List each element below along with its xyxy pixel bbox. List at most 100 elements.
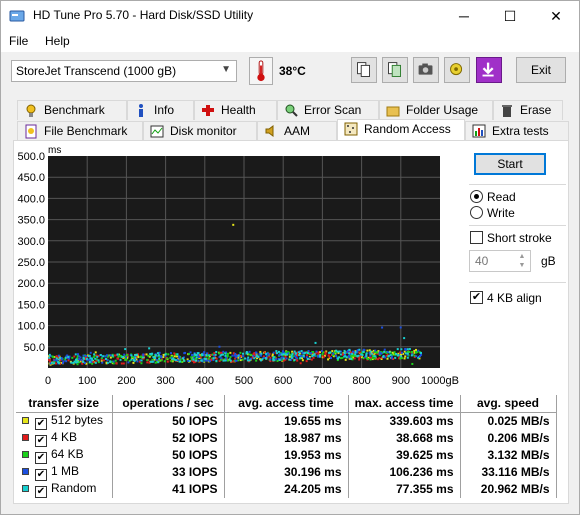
scatter-point bbox=[248, 359, 251, 362]
scatter-point bbox=[229, 351, 232, 354]
spinner-down-icon[interactable]: ▼ bbox=[515, 261, 529, 270]
transfer-size-cell[interactable]: ✔ 64 KB bbox=[16, 446, 113, 464]
results-column-header: max. access time bbox=[348, 395, 461, 413]
series-checkbox[interactable]: ✔ bbox=[35, 485, 47, 498]
scatter-point bbox=[193, 353, 196, 356]
scatter-point bbox=[410, 351, 413, 354]
short-stroke-checkbox[interactable] bbox=[470, 231, 483, 244]
scatter-point bbox=[380, 352, 383, 355]
scatter-point bbox=[337, 357, 340, 360]
scatter-point bbox=[245, 351, 248, 354]
scatter-point bbox=[232, 223, 235, 226]
series-checkbox[interactable]: ✔ bbox=[35, 468, 47, 481]
scatter-point bbox=[406, 352, 409, 355]
scatter-point bbox=[228, 358, 231, 361]
short-stroke-spinner[interactable]: 40 ▲ ▼ bbox=[469, 250, 531, 272]
avg-access-time-cell: 18.987 ms bbox=[224, 429, 349, 447]
scatter-point bbox=[149, 360, 152, 363]
max-access-time-cell: 39.625 ms bbox=[348, 446, 461, 464]
y-tick-label: 300.0 bbox=[17, 236, 45, 248]
scatter-point bbox=[197, 359, 200, 362]
scatter-point bbox=[277, 350, 280, 353]
transfer-size-cell[interactable]: ✔ 4 KB bbox=[16, 429, 113, 447]
scatter-point bbox=[53, 362, 56, 365]
read-radio[interactable] bbox=[470, 190, 483, 203]
scatter-point bbox=[369, 354, 372, 357]
scatter-point bbox=[219, 354, 222, 357]
scatter-point bbox=[192, 358, 195, 361]
scatter-point bbox=[166, 357, 169, 360]
max-access-time-cell: 106.236 ms bbox=[348, 463, 461, 481]
scatter-point bbox=[135, 353, 138, 356]
scatter-point bbox=[94, 351, 97, 354]
scatter-point bbox=[417, 356, 420, 359]
scatter-point bbox=[57, 358, 60, 361]
operations-per-sec-cell: 41 IOPS bbox=[112, 480, 225, 498]
transfer-size-cell[interactable]: ✔ Random bbox=[16, 480, 113, 498]
scatter-point bbox=[253, 357, 256, 360]
scatter-point bbox=[76, 360, 79, 363]
x-tick-label: 100 bbox=[78, 375, 96, 387]
y-tick-label: 400.0 bbox=[17, 193, 45, 205]
scatter-point bbox=[403, 337, 406, 340]
scatter-point bbox=[328, 351, 331, 354]
scatter-point bbox=[181, 357, 184, 360]
avg-access-time-cell: 30.196 ms bbox=[224, 463, 349, 481]
results-header-row: transfer size operations / sec avg. access… bbox=[16, 395, 557, 413]
scatter-point bbox=[415, 351, 418, 354]
scatter-point bbox=[90, 357, 93, 360]
scatter-point bbox=[373, 357, 376, 360]
scatter-point bbox=[73, 360, 76, 363]
scatter-point bbox=[282, 353, 285, 356]
scatter-point bbox=[376, 351, 379, 354]
series-checkbox[interactable]: ✔ bbox=[35, 417, 47, 430]
scatter-point bbox=[162, 353, 165, 356]
avg-access-time-cell: 24.205 ms bbox=[224, 480, 349, 498]
scatter-point bbox=[293, 350, 296, 353]
spinner-up-icon[interactable]: ▲ bbox=[515, 252, 529, 261]
align-checkbox[interactable]: ✔ bbox=[470, 291, 483, 304]
results-row: ✔ Random 41 IOPS 24.205 ms 77.355 ms 20.962 M… bbox=[16, 480, 557, 498]
scatter-point bbox=[104, 358, 107, 361]
scatter-point bbox=[386, 357, 389, 360]
avg-access-time-cell: 19.953 ms bbox=[224, 446, 349, 464]
scatter-point bbox=[215, 359, 218, 362]
scatter-point bbox=[119, 358, 122, 361]
series-color-swatch bbox=[22, 433, 29, 441]
scatter-point bbox=[317, 351, 320, 354]
scatter-point bbox=[310, 358, 313, 361]
scatter-point bbox=[343, 349, 346, 352]
y-tick-label: 350.0 bbox=[17, 215, 45, 227]
scatter-point bbox=[396, 348, 399, 351]
scatter-point bbox=[158, 357, 161, 360]
series-checkbox[interactable]: ✔ bbox=[35, 451, 47, 464]
scatter-point bbox=[307, 350, 310, 353]
scatter-point bbox=[113, 354, 116, 357]
scatter-point bbox=[198, 355, 201, 358]
scatter-point bbox=[160, 359, 163, 362]
scatter-point bbox=[74, 353, 77, 356]
scatter-point bbox=[314, 341, 317, 344]
scatter-point bbox=[298, 354, 301, 357]
scatter-point bbox=[100, 357, 103, 360]
scatter-point bbox=[282, 359, 285, 362]
series-color-swatch bbox=[22, 450, 29, 458]
scatter-point bbox=[294, 352, 297, 355]
scatter-point bbox=[272, 351, 275, 354]
transfer-size-cell[interactable]: ✔ 1 MB bbox=[16, 463, 113, 481]
x-tick-label: 900 bbox=[392, 375, 410, 387]
series-checkbox[interactable]: ✔ bbox=[35, 434, 47, 447]
scatter-point bbox=[154, 361, 157, 364]
scatter-point bbox=[374, 349, 377, 352]
scatter-point bbox=[109, 354, 112, 357]
scatter-point bbox=[205, 354, 208, 357]
write-radio[interactable] bbox=[470, 206, 483, 219]
scatter-point bbox=[54, 362, 57, 365]
scatter-point bbox=[122, 362, 125, 365]
transfer-size-cell[interactable]: ✔ 512 bytes bbox=[16, 412, 113, 430]
scatter-point bbox=[142, 354, 145, 357]
scatter-point bbox=[408, 348, 411, 351]
transfer-size-label: 64 KB bbox=[51, 446, 84, 461]
start-button[interactable]: Start bbox=[474, 153, 546, 175]
y-tick-label: 150.0 bbox=[17, 299, 45, 311]
